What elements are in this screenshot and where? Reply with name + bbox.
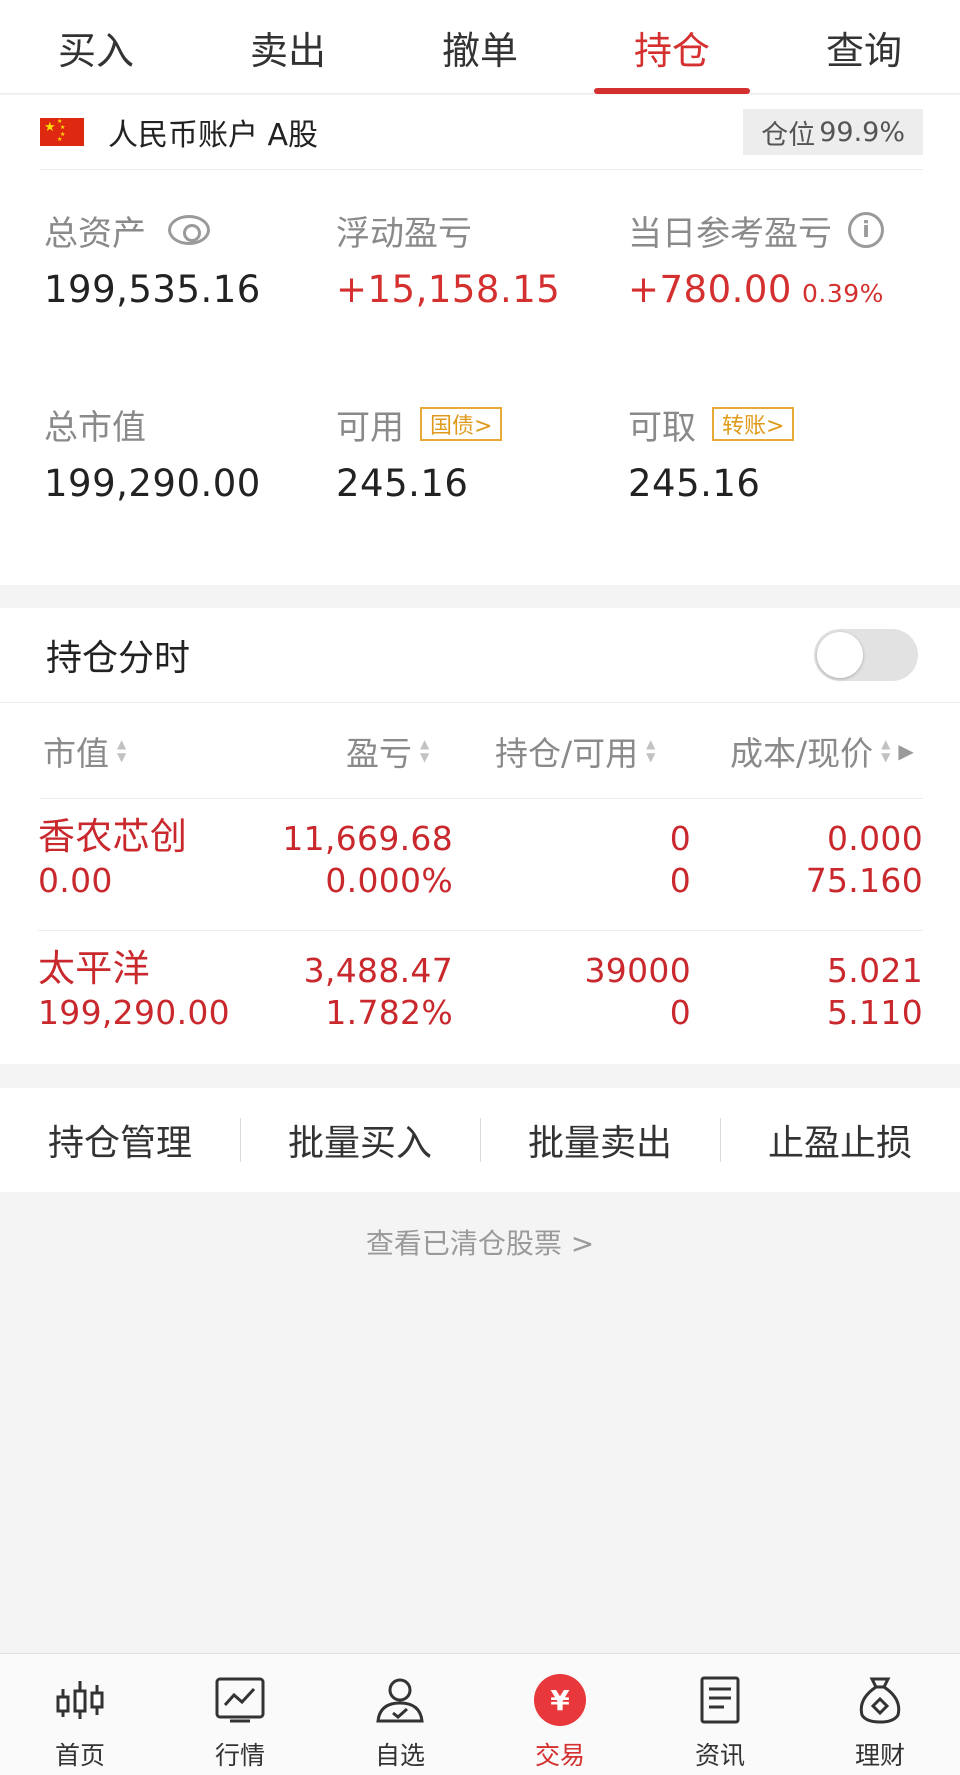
tab-cancel-order[interactable]: 撤单	[384, 0, 576, 94]
sort-icon: ▲ ▼	[117, 737, 127, 764]
stat-market-value: 总市值 199,290.00	[44, 400, 344, 512]
user-check-icon	[372, 1672, 428, 1728]
stock-position: 0	[669, 819, 691, 858]
china-flag-icon: ★ ★ ★ ★ ★	[40, 118, 84, 146]
stock-price: 75.160	[805, 861, 923, 900]
money-bag-icon	[852, 1672, 908, 1728]
col-cost-price[interactable]: 成本/现价 ▲ ▼ ▶	[730, 703, 914, 799]
floating-pl-value: +15,158.15	[336, 268, 561, 311]
available-label: 可用	[336, 407, 404, 448]
stock-cost: 5.021	[827, 951, 923, 990]
transfer-link[interactable]: 转账>	[712, 407, 795, 441]
floating-pl-label: 浮动盈亏	[336, 213, 472, 254]
stock-name: 香农芯创	[38, 815, 188, 858]
daily-pl-label: 当日参考盈亏	[628, 213, 832, 254]
table-row[interactable]: 太平洋 199,290.00 3,488.47 1.782% 39000 0 5…	[38, 931, 923, 1063]
market-value-label: 总市值	[44, 407, 146, 448]
stock-available: 0	[669, 993, 691, 1032]
stock-pl-percent: 1.782%	[325, 993, 453, 1032]
yen-icon: ¥	[532, 1672, 588, 1728]
position-label: 仓位	[761, 119, 816, 151]
view-cleared-stocks-link[interactable]: 查看已清仓股票 >	[0, 1222, 960, 1262]
position-ratio-badge: 仓位 99.9%	[743, 109, 923, 155]
tab-holdings[interactable]: 持仓	[576, 0, 768, 94]
sort-icon: ▲ ▼	[420, 737, 430, 764]
holdings-header: 持仓分时	[0, 608, 960, 703]
stat-daily-pl: 当日参考盈亏 i +780.00 0.39%	[628, 206, 928, 318]
stock-market-value: 199,290.00	[38, 993, 230, 1032]
position-value: 99.9%	[819, 116, 905, 148]
stock-pl: 3,488.47	[303, 951, 453, 990]
info-icon[interactable]: i	[848, 212, 884, 248]
nav-wealth-label: 理财	[854, 1741, 905, 1770]
holdings-column-header: 市值 ▲ ▼ 盈亏 ▲ ▼ 持仓/可用 ▲ ▼ 成本/现价 ▲ ▼ ▶	[40, 703, 923, 799]
col-profit-loss[interactable]: 盈亏 ▲ ▼	[346, 703, 429, 799]
nav-home[interactable]: 首页	[0, 1654, 160, 1775]
stock-price: 5.110	[827, 993, 923, 1032]
treasury-bond-link[interactable]: 国债>	[420, 407, 503, 441]
stat-floating-pl: 浮动盈亏 +15,158.15	[336, 206, 636, 318]
stock-available: 0	[669, 861, 691, 900]
holdings-action-bar: 持仓管理 批量买入 批量卖出 止盈止损	[0, 1088, 960, 1192]
stop-profit-loss-button[interactable]: 止盈止损	[720, 1114, 960, 1166]
account-summary: ★ ★ ★ ★ ★ 人民币账户 A股 仓位 99.9% 总资产 199,535.…	[0, 95, 960, 585]
available-value: 245.16	[336, 462, 469, 505]
chevron-right-icon[interactable]: ▶	[898, 739, 913, 763]
withdrawable-label: 可取	[628, 407, 696, 448]
total-assets-label: 总资产	[44, 213, 146, 254]
intraday-toggle[interactable]	[814, 629, 918, 681]
col-profit-loss-label: 盈亏	[346, 734, 412, 773]
nav-news[interactable]: 资讯	[640, 1654, 800, 1775]
top-tab-bar: 买入 卖出 撤单 持仓 查询	[0, 0, 960, 94]
account-name: 人民币账户 A股	[108, 118, 319, 153]
nav-news-label: 资讯	[694, 1741, 745, 1770]
col-market-value-label: 市值	[43, 734, 109, 773]
tab-buy[interactable]: 买入	[0, 0, 192, 94]
stat-withdrawable: 可取 转账> 245.16	[628, 400, 928, 512]
toggle-knob	[817, 632, 863, 678]
stock-name: 太平洋	[38, 947, 150, 990]
stock-pl-percent: 0.000%	[325, 861, 453, 900]
bottom-nav: 首页 行情 自选 ¥ 交易 资讯 理财	[0, 1653, 960, 1775]
nav-watchlist-label: 自选	[374, 1741, 425, 1770]
account-header[interactable]: ★ ★ ★ ★ ★ 人民币账户 A股 仓位 99.9%	[40, 95, 923, 170]
nav-home-label: 首页	[54, 1741, 105, 1770]
col-cost-price-label: 成本/现价	[730, 734, 874, 773]
nav-trade[interactable]: ¥ 交易	[480, 1654, 640, 1775]
line-chart-icon	[212, 1672, 268, 1728]
stat-total-assets: 总资产 199,535.16	[44, 206, 344, 318]
tab-sell[interactable]: 卖出	[192, 0, 384, 94]
daily-pl-value: +780.00	[628, 268, 792, 311]
col-position-available[interactable]: 持仓/可用 ▲ ▼	[495, 703, 655, 799]
market-value-value: 199,290.00	[44, 462, 261, 505]
holdings-title: 持仓分时	[46, 638, 191, 679]
document-icon	[692, 1672, 748, 1728]
stock-market-value: 0.00	[38, 861, 113, 900]
eye-icon[interactable]	[168, 215, 210, 245]
manage-positions-button[interactable]: 持仓管理	[0, 1114, 240, 1166]
sort-icon: ▲ ▼	[646, 737, 656, 764]
holdings-section: 持仓分时 市值 ▲ ▼ 盈亏 ▲ ▼ 持仓/可用 ▲ ▼ 成本/现价 ▲ ▼ ▶ 香农芯…	[0, 608, 960, 1064]
nav-trade-label: 交易	[534, 1741, 585, 1770]
total-assets-value: 199,535.16	[44, 268, 261, 311]
withdrawable-value: 245.16	[628, 462, 761, 505]
stock-position: 39000	[584, 951, 691, 990]
col-position-available-label: 持仓/可用	[495, 734, 639, 773]
daily-pl-percent: 0.39%	[801, 279, 884, 308]
candlestick-icon	[52, 1672, 108, 1728]
batch-sell-button[interactable]: 批量卖出	[480, 1114, 720, 1166]
nav-wealth[interactable]: 理财	[800, 1654, 960, 1775]
sort-icon: ▲ ▼	[881, 737, 891, 764]
table-row[interactable]: 香农芯创 0.00 11,669.68 0.000% 0 0 0.000 75.…	[38, 799, 923, 931]
nav-watchlist[interactable]: 自选	[320, 1654, 480, 1775]
nav-market[interactable]: 行情	[160, 1654, 320, 1775]
col-market-value[interactable]: 市值 ▲ ▼	[43, 703, 126, 799]
stock-pl: 11,669.68	[282, 819, 453, 858]
batch-buy-button[interactable]: 批量买入	[240, 1114, 480, 1166]
nav-market-label: 行情	[214, 1741, 265, 1770]
stat-available: 可用 国债> 245.16	[336, 400, 636, 512]
stock-cost: 0.000	[827, 819, 923, 858]
tab-query[interactable]: 查询	[768, 0, 960, 94]
